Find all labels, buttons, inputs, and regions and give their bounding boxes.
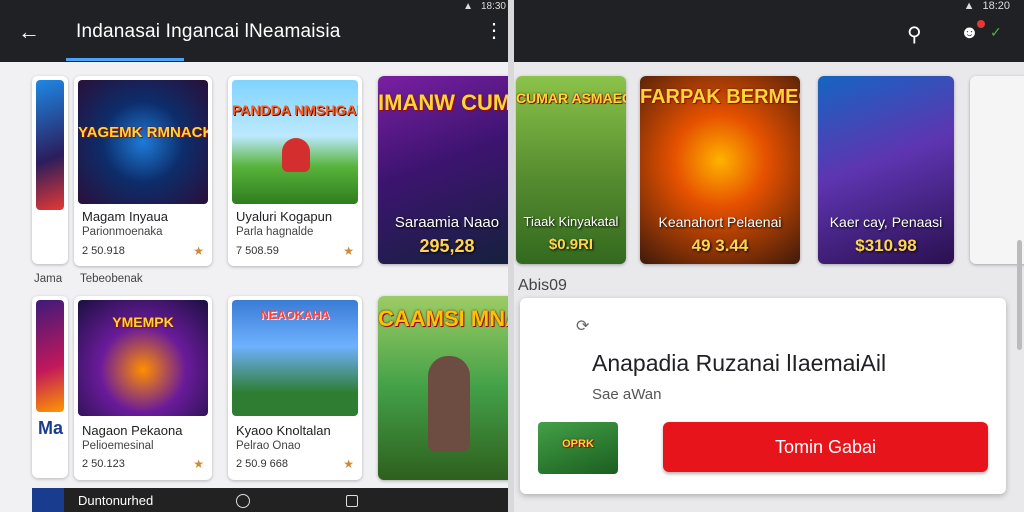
poster-price: $0.9RI (548, 236, 594, 253)
nav-label: Duntonurhed (78, 493, 154, 508)
game-poster[interactable]: CUMAR ASMAEGAEN Tiaak Kinyakatal $0.9RI (516, 76, 626, 264)
artwork-title: NEAOKAHA (260, 308, 330, 322)
character-figure (282, 138, 310, 172)
square-recents-icon[interactable] (346, 495, 358, 507)
status-bar: ▲ 18:30 (463, 0, 506, 12)
top-app-bar: ⚲ ☻ ✓ (512, 0, 1024, 62)
poster-price: 49 3.44 (691, 236, 749, 255)
partial-label: Ma (38, 418, 64, 438)
poster-art-title: IMANW CUMNA (378, 90, 512, 115)
game-developer: Pelioemesinal (82, 440, 154, 452)
section-label: Abis09 (518, 277, 567, 294)
game-artwork: PANDDA NMSHGALS (232, 80, 358, 204)
dialog-subtitle: Sae aWan (592, 386, 662, 403)
character-figure (428, 356, 470, 452)
right-pane-store: ⚲ ☻ ✓ ▲ 18:20 CUMAR ASMAEGAEN Tiaak Kiny… (512, 0, 1024, 512)
app-thumbnail: OPRK (538, 422, 618, 474)
star-icon: ★ (343, 244, 354, 258)
active-tab-indicator (66, 58, 184, 61)
game-poster[interactable]: CAAMSI MNAUM (378, 296, 512, 480)
notification-dot (977, 20, 985, 28)
game-artwork: YMEMPK (78, 300, 208, 416)
split-divider[interactable] (508, 0, 514, 512)
game-rating: 7 508.59 (236, 245, 279, 257)
partial-poster[interactable] (970, 76, 1024, 264)
check-icon: ✓ (990, 24, 1002, 40)
game-poster[interactable]: Kaer cay, Penaasi $310.98 (818, 76, 954, 264)
game-poster[interactable]: IMANW CUMNA Saraamia Naao 295,28 (378, 76, 512, 264)
game-card[interactable]: NEAOKAHA Kyaoo Knoltalan Pelrao Onao 2 5… (228, 296, 362, 480)
star-icon: ★ (343, 457, 354, 471)
scrollbar[interactable] (1017, 240, 1022, 350)
thumbnail-art-title: OPRK (562, 438, 594, 450)
game-artwork: YAGEMK RMNACK (78, 80, 208, 204)
game-card[interactable]: PANDDA NMSHGALS Uyaluri Kogapun Parla ha… (228, 76, 362, 266)
game-artwork: NEAOKAHA (232, 300, 358, 416)
poster-price: 295,28 (419, 236, 475, 256)
section-label: Tebeobenak (80, 273, 143, 285)
poster-title: Tiaak Kinyakatal (523, 214, 619, 229)
game-artwork (36, 80, 64, 210)
game-name: Uyaluri Kogapun (236, 209, 333, 224)
dialog-title: Anapadia Ruzanai lIaemaiAil (592, 350, 887, 376)
partial-card-left-2[interactable]: Ma (32, 296, 68, 478)
game-name: Kyaoo Knoltalan (236, 423, 331, 438)
left-pane-store: ← Indanasai Ingancai lNeamaisia ⋮ ▲ 18:3… (0, 0, 512, 512)
partial-card-bottom (32, 488, 64, 512)
game-developer: Parla hagnalde (236, 226, 314, 238)
top-app-bar: ← Indanasai Ingancai lNeamaisia ⋮ (0, 0, 512, 62)
confirm-button[interactable]: Tomin Gabai (663, 422, 988, 472)
poster-art-title: CUMAR ASMAEGAEN (516, 90, 626, 106)
game-name: Magam Inyaua (82, 209, 168, 224)
more-vertical-icon[interactable]: ⋮ (484, 20, 504, 42)
game-artwork (36, 300, 64, 412)
back-arrow-icon[interactable]: ← (18, 20, 42, 44)
poster-art-title: FARPAK BERMEGH (640, 86, 800, 108)
star-icon: ★ (193, 457, 204, 471)
artwork-title: PANDDA NMSHGALS (232, 102, 358, 118)
game-rating: 2 50.918 (82, 245, 125, 257)
poster-title: Saraamia Naao (394, 214, 500, 231)
status-time: 18:30 (480, 0, 506, 12)
search-icon[interactable]: ⚲ (907, 22, 922, 47)
install-dialog: ⟳ Anapadia Ruzanai lIaemaiAil Sae aWan O… (520, 298, 1006, 494)
status-bar: ▲ 18:20 (964, 0, 1010, 12)
wifi-icon: ▲ (963, 0, 975, 12)
poster-title: Keanahort Pelaenai (658, 214, 782, 230)
artwork-title: YMEMPK (112, 314, 174, 330)
partial-card-left-1[interactable] (32, 76, 68, 264)
game-rating: 2 50.9 668 (236, 458, 288, 470)
game-developer: Parionmoenaka (82, 226, 163, 238)
refresh-spinner-icon: ⟳ (576, 318, 590, 335)
game-card[interactable]: YMEMPK Nagaon Pekaona Pelioemesinal 2 50… (74, 296, 212, 480)
circle-home-icon[interactable] (236, 494, 250, 508)
page-title: Indanasai Ingancai lNeamaisia (76, 21, 341, 42)
game-developer: Pelrao Onao (236, 440, 301, 452)
poster-price: $310.98 (855, 236, 917, 255)
split-screen: ← Indanasai Ingancai lNeamaisia ⋮ ▲ 18:3… (0, 0, 1024, 512)
game-rating: 2 50.123 (82, 458, 125, 470)
section-label-left: Jama (34, 273, 63, 285)
artwork-title: YAGEMK RMNACK (78, 124, 208, 141)
poster-title: Kaer cay, Penaasi (829, 214, 943, 230)
game-card[interactable]: YAGEMK RMNACK Magam Inyaua Parionmoenaka… (74, 76, 212, 266)
game-name: Nagaon Pekaona (82, 423, 183, 438)
star-icon: ★ (193, 244, 204, 258)
bottom-nav-bar: Duntonurhed (64, 488, 512, 512)
status-time: 18:20 (982, 0, 1010, 12)
wifi-icon: ▲ (463, 0, 473, 12)
poster-art-title: CAAMSI MNAUM (378, 306, 512, 331)
game-poster[interactable]: FARPAK BERMEGH Keanahort Pelaenai 49 3.4… (640, 76, 800, 264)
